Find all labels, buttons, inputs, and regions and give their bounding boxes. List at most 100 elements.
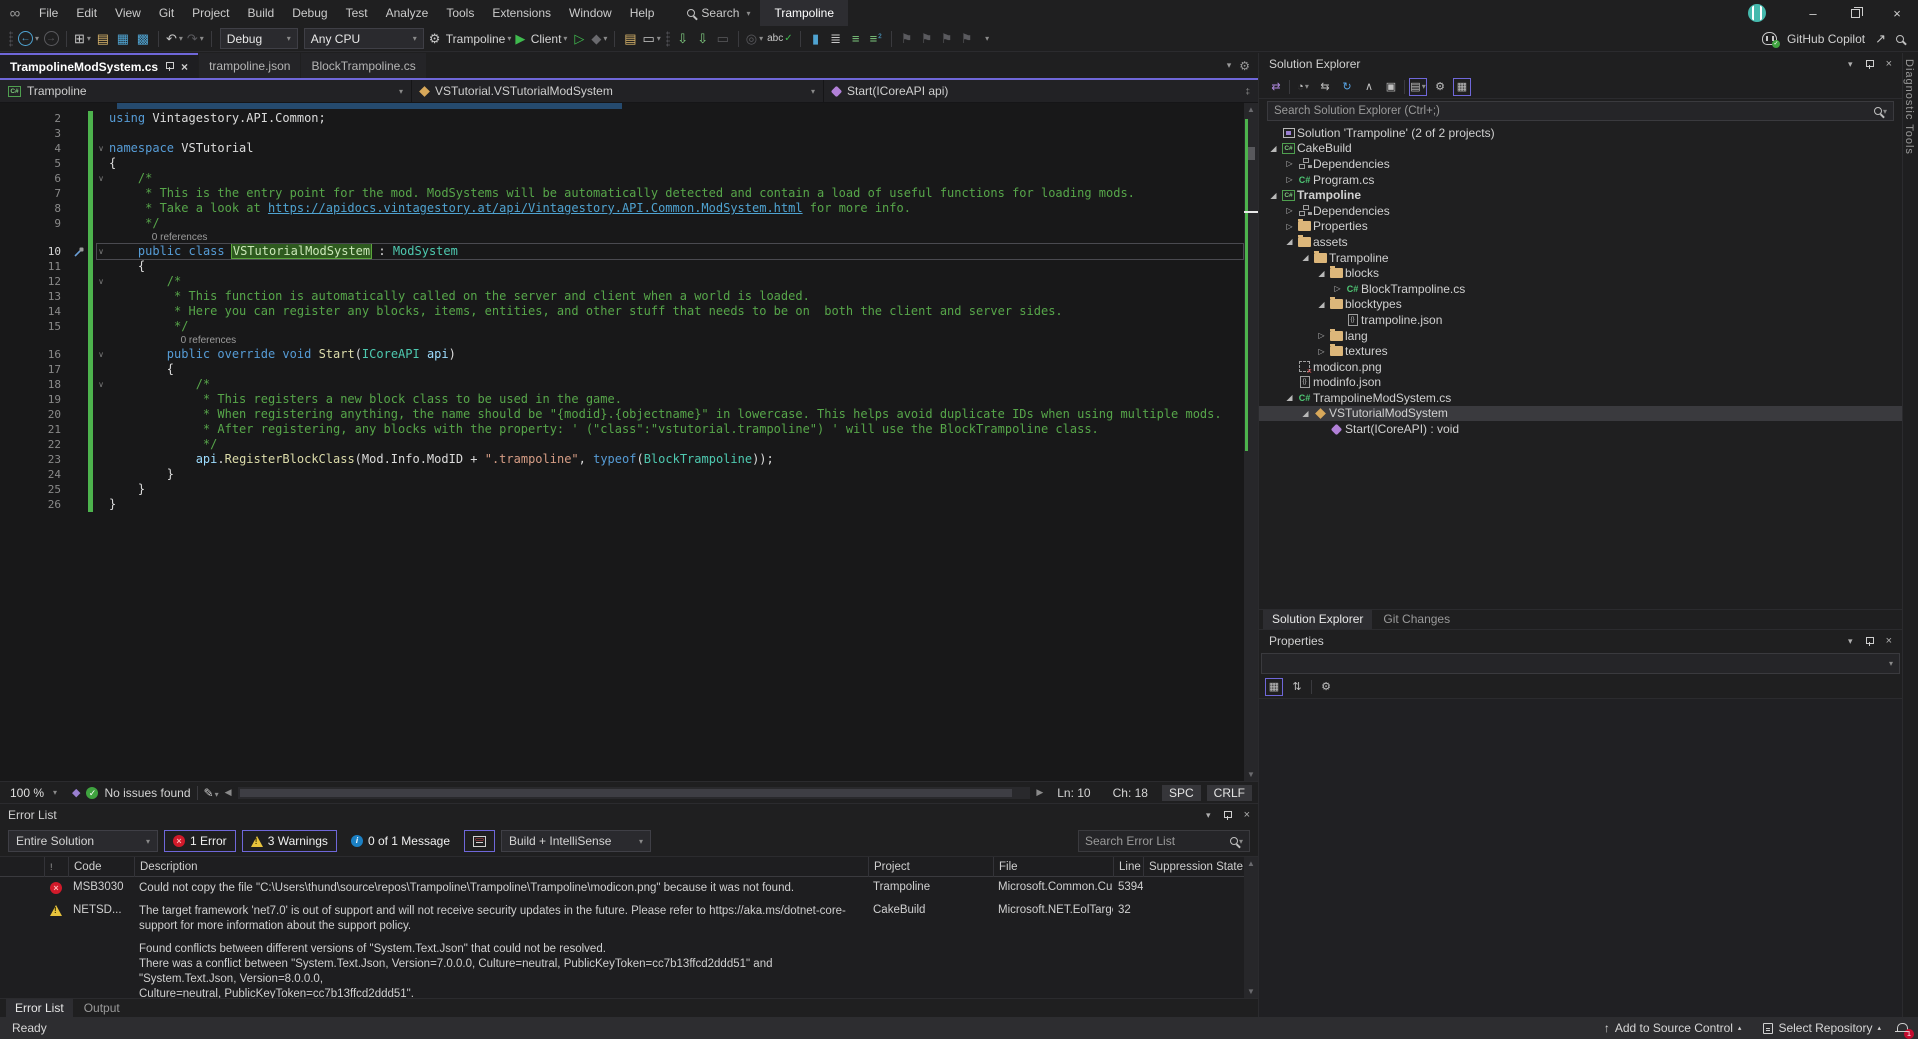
scroll-left-icon[interactable]: ◀ [225, 787, 232, 798]
expander-icon[interactable]: ▷ [1315, 331, 1328, 340]
tree-item[interactable]: Solution 'Trampoline' (2 of 2 projects) [1259, 125, 1902, 141]
alphabetical-sort-icon[interactable]: ⇅ [1288, 678, 1306, 696]
fold-chevron-icon[interactable] [93, 437, 109, 452]
github-copilot-icon[interactable]: ✓ [1762, 32, 1777, 45]
solution-configuration-dropdown[interactable]: Debug▾ [220, 28, 298, 49]
fold-chevron-icon[interactable]: ∨ [93, 171, 109, 186]
error-list-scrollbar[interactable]: ▲ ▼ [1244, 857, 1258, 998]
menu-test[interactable]: Test [337, 0, 377, 26]
column-description[interactable]: Description [134, 857, 868, 877]
redo-button[interactable]: ↷▾ [185, 28, 206, 50]
tree-item[interactable]: {}modinfo.json [1259, 375, 1902, 391]
start-without-debugging-icon[interactable]: ▷ [569, 28, 589, 50]
document-tab[interactable]: BlockTrampoline.cs [301, 53, 425, 78]
account-avatar[interactable] [1748, 4, 1766, 22]
fold-chevron-icon[interactable]: ∨ [93, 377, 109, 392]
codelens-references[interactable]: 0 references [109, 231, 207, 244]
fold-chevron-icon[interactable] [93, 392, 109, 407]
tree-item[interactable]: ◢blocktypes [1259, 297, 1902, 313]
bookmark-next-icon[interactable]: ⚑ [937, 28, 957, 50]
fold-chevron-icon[interactable] [93, 259, 109, 274]
chevron-down-icon[interactable]: ▾ [1848, 636, 1853, 647]
scroll-right-icon[interactable]: ▶ [1036, 787, 1043, 798]
startup-project-dropdown[interactable]: ⚙ Trampoline▾ [427, 28, 514, 50]
toolbar-drag-handle[interactable] [9, 31, 13, 47]
attach-snapshot-icon[interactable]: ⇩ [693, 28, 713, 50]
menu-window[interactable]: Window [560, 0, 621, 26]
share-icon[interactable]: ↗ [1875, 28, 1886, 50]
chevron-down-icon[interactable]: ▾ [1206, 810, 1211, 821]
refresh-icon[interactable]: ↻ [1338, 78, 1356, 96]
notifications-bell-icon[interactable]: 1 [1895, 1022, 1908, 1035]
pin-icon[interactable] [1865, 637, 1874, 646]
quick-actions-icon[interactable] [74, 247, 84, 257]
error-row[interactable]: Found conflicts between different versio… [0, 938, 1258, 998]
error-source-dropdown[interactable]: Build + IntelliSense▾ [501, 830, 651, 852]
tab-list-chevron-icon[interactable]: ▾ [1227, 60, 1232, 71]
maximize-button[interactable] [1834, 0, 1876, 26]
tree-item[interactable]: ◢blocks [1259, 265, 1902, 281]
fold-chevron-icon[interactable] [93, 304, 109, 319]
fold-chevron-icon[interactable] [93, 216, 109, 231]
diagnostic-tools-tab[interactable]: Diagnostic Tools [1903, 59, 1915, 155]
document-health-icon[interactable]: ◆ [72, 786, 80, 799]
show-all-files-icon[interactable]: ▦ [1453, 78, 1471, 96]
breadcrumb-type[interactable]: VSTutorial.VSTutorialModSystem ▾ [412, 80, 824, 102]
menu-build[interactable]: Build [239, 0, 284, 26]
expander-icon[interactable]: ◢ [1283, 237, 1296, 246]
expander-icon[interactable]: ◢ [1315, 269, 1328, 278]
codelens-row[interactable]: 0 references [26, 334, 1244, 347]
fold-chevron-icon[interactable] [93, 497, 109, 512]
expander-icon[interactable]: ▷ [1283, 222, 1296, 231]
line-ending-indicator[interactable]: CRLF [1207, 785, 1252, 801]
tree-item[interactable]: modicon.png [1259, 359, 1902, 375]
menu-edit[interactable]: Edit [67, 0, 106, 26]
fold-chevron-icon[interactable]: ∨ [93, 141, 109, 156]
pin-icon[interactable] [1865, 60, 1874, 69]
preview-window-icon[interactable]: ▭▾ [640, 28, 662, 50]
file-nesting-icon[interactable]: ▤▾ [1409, 78, 1427, 96]
tab-output[interactable]: Output [75, 999, 129, 1018]
column-suppression[interactable]: Suppression State [1143, 857, 1258, 877]
property-pages-icon[interactable]: ⚙ [1317, 678, 1335, 696]
feedback-icon[interactable] [1896, 35, 1904, 43]
solution-platform-dropdown[interactable]: Any CPU▾ [304, 28, 424, 49]
expander-icon[interactable]: ▷ [1283, 206, 1296, 215]
show-threads-icon[interactable]: ◎▾ [744, 28, 765, 50]
menu-git[interactable]: Git [150, 0, 183, 26]
fold-chevron-icon[interactable] [93, 126, 109, 141]
space-mode-indicator[interactable]: SPC [1162, 785, 1201, 801]
properties-wrench-icon[interactable]: ⚙ [1431, 78, 1449, 96]
bookmark-previous-icon[interactable]: ⚑ [917, 28, 937, 50]
expander-icon[interactable]: ▷ [1331, 284, 1344, 293]
fold-chevron-icon[interactable] [93, 319, 109, 334]
error-row[interactable]: NETSD...The target framework 'net7.0' is… [0, 900, 1258, 938]
menu-analyze[interactable]: Analyze [377, 0, 438, 26]
expander-icon[interactable]: ◢ [1267, 191, 1280, 200]
fold-chevron-icon[interactable] [93, 362, 109, 377]
expander-icon[interactable]: ◢ [1299, 409, 1312, 418]
window-settings-gear-icon[interactable]: ⚙ [1239, 59, 1250, 73]
pin-icon[interactable] [1223, 811, 1232, 820]
copy-icon[interactable]: ▣ [1382, 78, 1400, 96]
profiler-flame-icon[interactable]: ◆▾ [589, 28, 609, 50]
fold-chevron-icon[interactable] [93, 201, 109, 216]
close-icon[interactable]: × [1244, 809, 1250, 821]
error-row[interactable]: ×MSB3030Could not copy the file "C:\User… [0, 877, 1258, 900]
menu-extensions[interactable]: Extensions [483, 0, 560, 26]
expander-icon[interactable]: ◢ [1283, 393, 1296, 402]
collapse-all-icon[interactable]: ∧ [1360, 78, 1378, 96]
tab-solution-explorer[interactable]: Solution Explorer [1263, 610, 1372, 629]
expander-icon[interactable]: ▷ [1315, 347, 1328, 356]
severity-column-icon[interactable]: ! [44, 857, 68, 877]
bookmark-toggle-icon[interactable]: ⚑ [897, 28, 917, 50]
menu-tools[interactable]: Tools [437, 0, 483, 26]
tree-item[interactable]: ◢VSTutorialModSystem [1259, 406, 1902, 422]
menu-view[interactable]: View [106, 0, 150, 26]
fold-chevron-icon[interactable] [93, 111, 109, 126]
fold-chevron-icon[interactable] [93, 452, 109, 467]
expander-icon[interactable]: ◢ [1315, 300, 1328, 309]
fold-chevron-icon[interactable] [93, 156, 109, 171]
pin-icon[interactable] [165, 62, 174, 71]
close-icon[interactable]: × [1886, 58, 1892, 70]
